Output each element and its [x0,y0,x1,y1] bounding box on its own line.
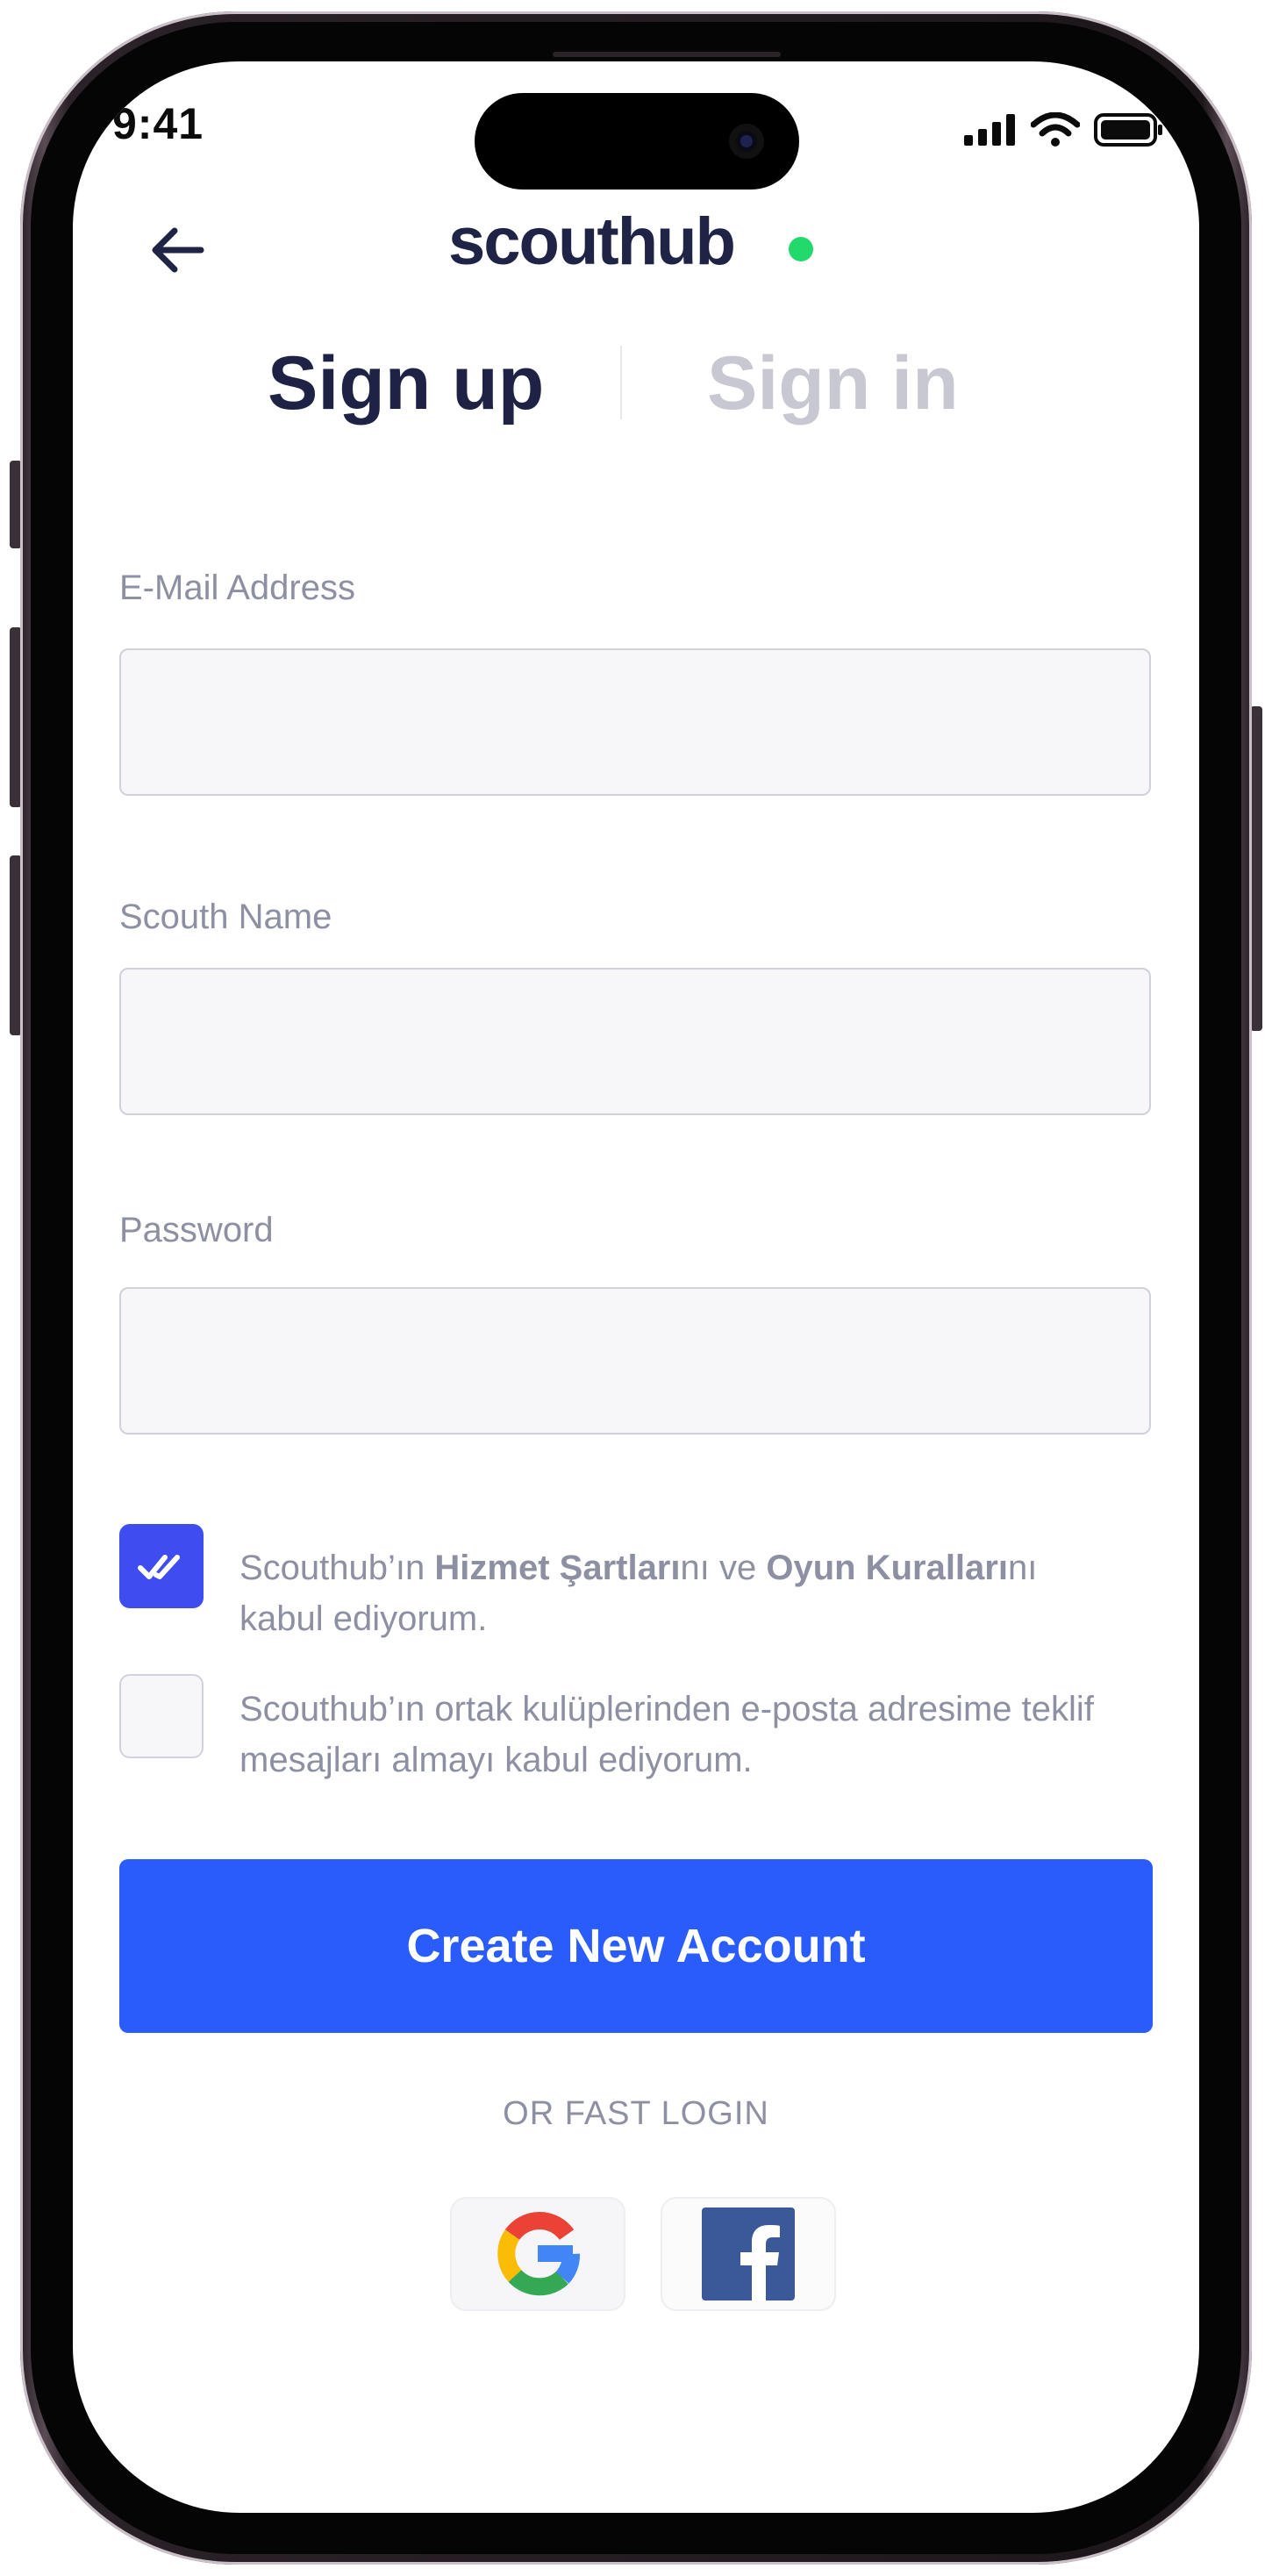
facebook-login-button[interactable] [661,2197,836,2311]
front-camera [729,124,764,159]
tab-sign-up[interactable]: Sign up [268,340,544,427]
email-label: E-Mail Address [119,569,355,607]
offers-consent-text: Scouthub’ın ortak kulüplerinden e-posta … [239,1690,1094,1779]
wifi-icon [1031,112,1080,147]
power-button [1250,706,1262,1031]
game-rules-link[interactable]: Oyun Kuralları [766,1549,1008,1587]
password-label: Password [119,1211,274,1249]
terms-consent-text: Scouthub’ın Hizmet Şartlarını ve Oyun Ku… [239,1542,1117,1644]
tab-divider [620,346,622,419]
scouthub-logo: scouthub [448,204,736,279]
back-button[interactable] [143,215,213,285]
terms-text-middle: nı ve [680,1549,767,1587]
status-icons [964,112,1164,147]
offers-checkbox[interactable] [119,1674,204,1758]
terms-checkbox[interactable] [119,1524,204,1608]
screen: 9:41 scouthub Sign up Sign in E-Mail Add… [73,61,1199,2513]
double-check-icon [138,1555,180,1579]
speaker-grille [553,52,781,57]
status-time: 9:41 [112,99,204,148]
terms-text-prefix: Scouthub’ın [239,1549,435,1587]
scouth-name-label: Scouth Name [119,898,332,936]
google-icon [497,2212,580,2296]
battery-icon [1094,113,1162,147]
logo-dot [789,237,813,261]
auth-tabs: Sign up Sign in [73,340,1199,437]
email-field[interactable] [119,648,1151,796]
terms-of-service-link[interactable]: Hizmet Şartları [434,1549,680,1587]
tab-sign-in[interactable]: Sign in [707,340,959,427]
scouth-name-field[interactable] [119,968,1151,1115]
password-field[interactable] [119,1287,1151,1435]
arrow-left-icon [152,227,204,273]
fast-login-label: OR FAST LOGIN [503,2095,769,2132]
facebook-icon [702,2207,795,2301]
create-account-button[interactable]: Create New Account [119,1859,1153,2033]
google-login-button[interactable] [450,2197,625,2311]
cellular-signal-icon [964,114,1015,146]
dynamic-island [475,93,799,190]
